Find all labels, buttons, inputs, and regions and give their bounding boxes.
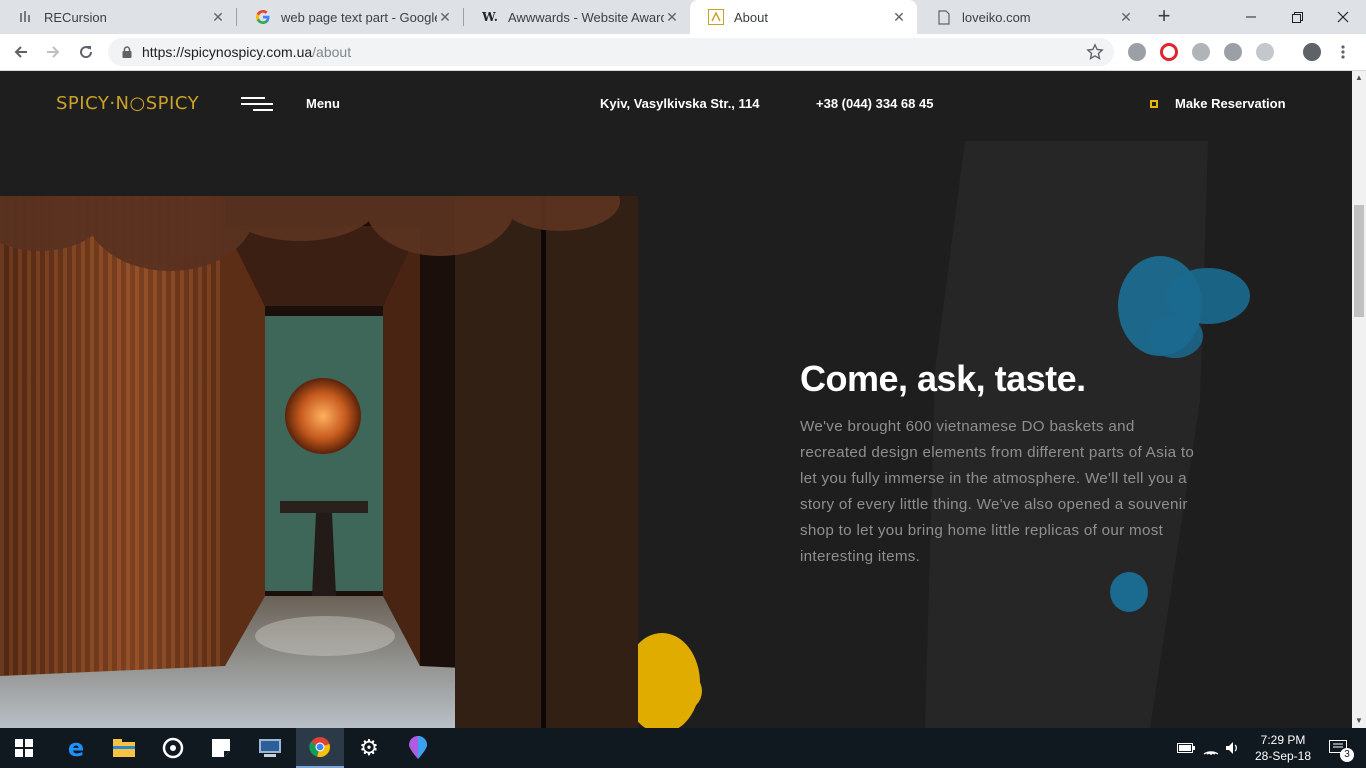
phone-number[interactable]: +38 (044) 334 68 45 bbox=[816, 96, 933, 111]
extension-icon[interactable] bbox=[1128, 43, 1146, 61]
spicy-favicon-icon bbox=[708, 9, 724, 25]
square-bullet-icon bbox=[1150, 99, 1158, 108]
scrollbar-thumb[interactable] bbox=[1354, 205, 1364, 317]
close-tab-icon[interactable]: ✕ bbox=[210, 9, 226, 25]
file-explorer-icon[interactable] bbox=[100, 728, 148, 768]
browser-toolbar: https://spicynospicy.com.ua/about bbox=[0, 34, 1366, 71]
blue-blob-large bbox=[1118, 256, 1250, 358]
restaurant-address: Kyiv, Vasylkivska Str., 114 bbox=[600, 96, 760, 111]
hamburger-menu-icon[interactable] bbox=[241, 97, 273, 113]
web-page: SPICY·N○SPICY Menu Kyiv, Vasylkivska Str… bbox=[0, 71, 1352, 728]
close-window-button[interactable] bbox=[1320, 0, 1366, 34]
google-favicon-icon bbox=[255, 9, 271, 25]
blue-blob-small bbox=[1110, 572, 1148, 612]
tab-title: About bbox=[734, 9, 768, 25]
url-path: /about bbox=[312, 44, 352, 60]
site-header: SPICY·N○SPICY Menu Kyiv, Vasylkivska Str… bbox=[0, 71, 1352, 137]
system-clock[interactable]: 7:29 PM 28-Sep-18 bbox=[1248, 732, 1318, 764]
network-app-icon[interactable] bbox=[246, 728, 294, 768]
notification-count-badge: 3 bbox=[1340, 748, 1354, 762]
make-reservation-button[interactable]: Make Reservation bbox=[1150, 96, 1286, 111]
plus-extension-icon[interactable] bbox=[1224, 43, 1242, 61]
scroll-down-icon[interactable]: ▼ bbox=[1352, 714, 1366, 728]
url-host: https://spicynospicy.com.ua bbox=[142, 44, 313, 60]
restore-button[interactable] bbox=[1274, 0, 1320, 34]
close-tab-icon[interactable]: ✕ bbox=[664, 9, 680, 25]
action-center-icon[interactable]: 3 bbox=[1318, 728, 1358, 768]
tab-loveiko[interactable]: loveiko.com ✕ bbox=[918, 0, 1144, 34]
back-button[interactable] bbox=[8, 39, 34, 65]
tab-title: loveiko.com bbox=[962, 9, 1031, 25]
reload-button[interactable] bbox=[73, 39, 99, 65]
browser-tabstrip: RECursion ✕ web page text part - Google … bbox=[0, 0, 1366, 34]
menu-link[interactable]: Menu bbox=[306, 96, 340, 111]
clock-time: 7:29 PM bbox=[1260, 733, 1306, 747]
bookmark-star-icon[interactable] bbox=[1086, 43, 1104, 61]
tab-title: Awwwards - Website Awards - bbox=[508, 9, 664, 25]
sticky-notes-icon[interactable] bbox=[197, 728, 245, 768]
chrome-taskbar-icon[interactable] bbox=[296, 728, 344, 768]
close-tab-icon[interactable]: ✕ bbox=[1118, 9, 1134, 25]
page-scrollbar[interactable]: ▲ ▼ bbox=[1352, 71, 1366, 728]
site-logo[interactable]: SPICY·N○SPICY bbox=[56, 93, 199, 114]
page-favicon-icon bbox=[936, 9, 952, 25]
forward-button[interactable] bbox=[40, 39, 66, 65]
awwwards-favicon-icon: W. bbox=[482, 10, 498, 24]
extension-icon[interactable] bbox=[1256, 43, 1274, 61]
settings-gear-icon[interactable]: ⚙ bbox=[345, 728, 393, 768]
groove-music-icon[interactable] bbox=[149, 728, 197, 768]
opera-extension-icon[interactable] bbox=[1160, 43, 1178, 61]
tab-title: RECursion bbox=[44, 9, 107, 25]
tab-about[interactable]: About ✕ bbox=[690, 0, 917, 34]
minimize-button[interactable] bbox=[1228, 0, 1274, 34]
bars-favicon-icon bbox=[18, 9, 34, 25]
chrome-menu-button[interactable] bbox=[1330, 39, 1356, 65]
clock-date: 28-Sep-18 bbox=[1254, 749, 1312, 763]
address-bar[interactable]: https://spicynospicy.com.ua/about bbox=[108, 38, 1114, 66]
section-title: Come, ask, taste. bbox=[800, 358, 1086, 399]
reservation-label: Make Reservation bbox=[1175, 96, 1286, 111]
maps-pin-icon[interactable] bbox=[394, 728, 442, 768]
tab-google[interactable]: web page text part - Google S ✕ bbox=[237, 0, 463, 34]
lock-icon bbox=[122, 46, 132, 58]
new-tab-button[interactable]: + bbox=[1152, 5, 1176, 29]
start-button[interactable] bbox=[0, 728, 48, 768]
edge-browser-icon[interactable]: e bbox=[52, 728, 100, 768]
tab-title: web page text part - Google S bbox=[281, 9, 437, 25]
globe-extension-icon[interactable] bbox=[1192, 43, 1210, 61]
tab-recursion[interactable]: RECursion ✕ bbox=[0, 0, 236, 34]
scroll-up-icon[interactable]: ▲ bbox=[1352, 71, 1366, 85]
tab-awwwards[interactable]: W. Awwwards - Website Awards - ✕ bbox=[464, 0, 690, 34]
windows-taskbar: e ⚙ 7:29 PM 28-Sep-18 3 bbox=[0, 728, 1366, 768]
close-tab-icon[interactable]: ✕ bbox=[891, 9, 907, 25]
restaurant-interior-image bbox=[0, 196, 638, 728]
section-text: We've brought 600 vietnamese DO baskets … bbox=[800, 418, 1195, 565]
volume-icon[interactable] bbox=[1220, 728, 1246, 768]
close-tab-icon[interactable]: ✕ bbox=[437, 9, 453, 25]
profile-avatar-icon[interactable] bbox=[1303, 43, 1321, 61]
